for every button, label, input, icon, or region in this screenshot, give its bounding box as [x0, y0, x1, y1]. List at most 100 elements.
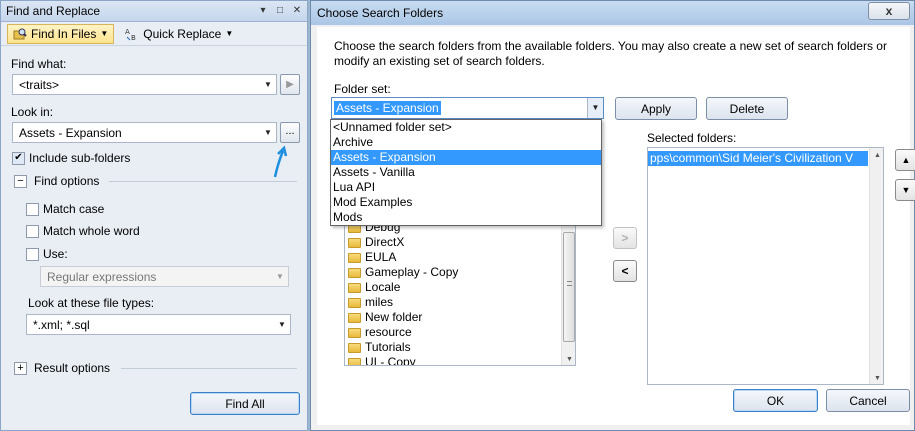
chevron-down-icon: ▼ [276, 272, 284, 281]
remove-folder-button[interactable]: < [613, 260, 637, 282]
result-options-label: Result options [34, 361, 111, 375]
list-item[interactable]: Tutorials [345, 340, 561, 355]
chevron-down-icon[interactable]: ▼ [260, 80, 276, 89]
folder-icon [348, 267, 361, 278]
folder-set-option[interactable]: Mods [331, 210, 601, 225]
divider [109, 181, 297, 182]
list-item[interactable]: EULA [345, 250, 561, 265]
folder-icon [348, 252, 361, 263]
panel-dropdown-icon[interactable]: ▾ [256, 4, 270, 18]
find-replace-panel: Find and Replace ▾ □ ✕ Find In Files ▼ A… [0, 0, 308, 431]
dialog-body: Choose the search folders from the avail… [317, 27, 915, 425]
folder-name: UI - Copy [365, 355, 416, 366]
add-folder-button[interactable]: > [613, 227, 637, 249]
browse-folders-button[interactable]: ... [280, 122, 300, 143]
list-item[interactable]: Locale [345, 280, 561, 295]
svg-text:B: B [131, 34, 136, 41]
scroll-thumb[interactable] [563, 232, 575, 342]
checkmark-icon: ✔ [12, 151, 25, 165]
folder-icon [348, 237, 361, 248]
find-in-files-button[interactable]: Find In Files ▼ [7, 23, 115, 44]
find-what-label: Find what: [11, 57, 67, 71]
selected-folders-scrollbar[interactable]: ▲ ▼ [869, 148, 883, 384]
folder-name: resource [365, 325, 412, 339]
find-replace-title: Find and Replace [6, 4, 101, 18]
ok-button[interactable]: OK [733, 389, 818, 412]
folder-name: Tutorials [365, 340, 411, 354]
move-up-button[interactable]: ▲ [895, 149, 915, 171]
chevron-down-icon: ▼ [225, 29, 234, 38]
find-options-label: Find options [34, 174, 100, 188]
folder-set-option[interactable]: Assets - Vanilla [331, 165, 601, 180]
find-what-value: <traits> [19, 77, 60, 92]
folder-set-option[interactable]: Assets - Expansion [331, 150, 601, 165]
cancel-button[interactable]: Cancel [826, 389, 910, 412]
quick-replace-button[interactable]: AB Quick Replace ▼ [120, 24, 238, 44]
selected-folders-list[interactable]: pps\common\Sid Meier's Civilization V ▲ … [647, 147, 884, 385]
annotation-arrow-icon [273, 145, 288, 178]
file-types-combo[interactable]: *.xml; *.sql ▼ [26, 314, 291, 335]
selected-folder-item[interactable]: pps\common\Sid Meier's Civilization V [648, 151, 868, 166]
folder-set-combo[interactable]: Assets - Expansion ▼ [331, 97, 604, 119]
find-mode-toolbar: Find In Files ▼ AB Quick Replace ▼ [1, 22, 307, 46]
list-item[interactable]: UI - Copy [345, 355, 561, 366]
close-button[interactable]: x [868, 2, 910, 20]
folder-name: New folder [365, 310, 423, 324]
expression-builder-button[interactable]: ▶ [280, 74, 300, 95]
use-checkbox[interactable]: Use: [26, 247, 68, 261]
look-in-combo[interactable]: Assets - Expansion ▼ [12, 122, 277, 143]
folder-icon [348, 357, 361, 365]
quick-replace-label: Quick Replace [143, 26, 222, 41]
use-type-select[interactable]: Regular expressions ▼ [40, 266, 289, 287]
find-options-expander[interactable]: − Find options [14, 174, 99, 188]
match-whole-word-checkbox[interactable]: Match whole word [26, 224, 140, 238]
folder-set-dropdown-list[interactable]: <Unnamed folder set> Archive Assets - Expa… [330, 119, 602, 226]
folder-set-option[interactable]: Lua API [331, 180, 601, 195]
move-down-button[interactable]: ▼ [895, 179, 915, 201]
chevron-down-icon[interactable]: ▼ [587, 98, 603, 118]
delete-button[interactable]: Delete [706, 97, 788, 120]
folder-set-option[interactable]: Mod Examples [331, 195, 601, 210]
include-subfolders-label: Include sub-folders [29, 151, 131, 165]
chevron-down-icon: ▼ [100, 29, 109, 38]
match-whole-word-label: Match whole word [43, 224, 140, 238]
find-all-button[interactable]: Find All [190, 392, 300, 415]
folder-set-option[interactable]: <Unnamed folder set> [331, 120, 601, 135]
folder-set-label: Folder set: [334, 82, 391, 96]
dialog-titlebar: Choose Search Folders x [311, 1, 914, 25]
apply-button[interactable]: Apply [615, 97, 697, 120]
result-options-expander[interactable]: + Result options [14, 361, 110, 375]
find-what-combo[interactable]: <traits> ▼ [12, 74, 277, 95]
dialog-description: Choose the search folders from the avail… [334, 39, 887, 68]
folder-set-option[interactable]: Archive [331, 135, 601, 150]
list-item[interactable]: New folder [345, 310, 561, 325]
scroll-down-icon[interactable]: ▼ [870, 371, 883, 384]
chevron-down-icon[interactable]: ▼ [260, 128, 276, 137]
folder-icon [348, 342, 361, 353]
chevron-down-icon[interactable]: ▼ [274, 320, 290, 329]
scroll-down-icon[interactable]: ▼ [562, 352, 575, 365]
folder-name: Locale [365, 280, 401, 294]
dialog-title: Choose Search Folders [317, 6, 444, 20]
folder-icon [348, 312, 361, 323]
list-item[interactable]: miles [345, 295, 561, 310]
expand-icon: + [14, 361, 27, 375]
folder-name: DirectX [365, 235, 405, 249]
folder-icon [348, 282, 361, 293]
match-case-checkbox[interactable]: Match case [26, 202, 104, 216]
list-item[interactable]: DirectX [345, 235, 561, 250]
panel-float-icon[interactable]: □ [273, 4, 287, 18]
scroll-up-icon[interactable]: ▲ [870, 148, 883, 163]
folder-set-value: Assets - Expansion [334, 101, 441, 115]
list-item[interactable]: Gameplay - Copy [345, 265, 561, 280]
include-subfolders-checkbox[interactable]: ✔ Include sub-folders [12, 151, 130, 165]
use-label: Use: [43, 247, 68, 261]
folder-icon [348, 297, 361, 308]
divider [121, 368, 297, 369]
list-item[interactable]: resource [345, 325, 561, 340]
svg-text:A: A [125, 28, 130, 36]
look-in-label: Look in: [11, 105, 54, 119]
match-case-label: Match case [43, 202, 105, 216]
look-in-value: Assets - Expansion [19, 125, 122, 140]
panel-close-icon[interactable]: ✕ [290, 4, 304, 18]
